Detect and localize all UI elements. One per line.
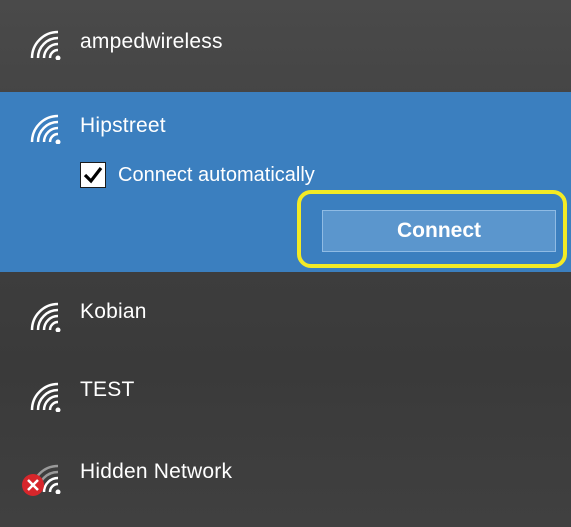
network-item-kobian[interactable]: Kobian: [0, 272, 571, 350]
wifi-network-list: ampedwireless Hipstreet Connect automati…: [0, 0, 571, 527]
auto-connect-label: Connect automatically: [118, 163, 315, 186]
network-name: Hipstreet: [80, 114, 166, 137]
network-name: Hidden Network: [80, 460, 233, 483]
auto-connect-checkbox[interactable]: [80, 162, 106, 188]
auto-connect-option[interactable]: Connect automatically: [80, 160, 315, 190]
wifi-signal-icon: [30, 30, 66, 61]
network-item-test[interactable]: TEST: [0, 352, 571, 430]
wifi-signal-icon: [30, 382, 66, 413]
wifi-signal-icon: [30, 302, 66, 333]
checkmark-icon: [83, 167, 103, 184]
network-name: Kobian: [80, 300, 147, 323]
network-item-hipstreet[interactable]: Hipstreet Connect automatically Connect: [0, 92, 571, 272]
wifi-signal-icon: [30, 114, 66, 145]
network-name: TEST: [80, 378, 135, 401]
network-item-ampedwireless[interactable]: ampedwireless: [0, 0, 571, 88]
network-item-hidden-network[interactable]: Hidden Network: [0, 432, 571, 527]
network-name: ampedwireless: [80, 30, 223, 53]
error-x-icon: [22, 474, 44, 496]
connect-button[interactable]: Connect: [322, 210, 556, 252]
